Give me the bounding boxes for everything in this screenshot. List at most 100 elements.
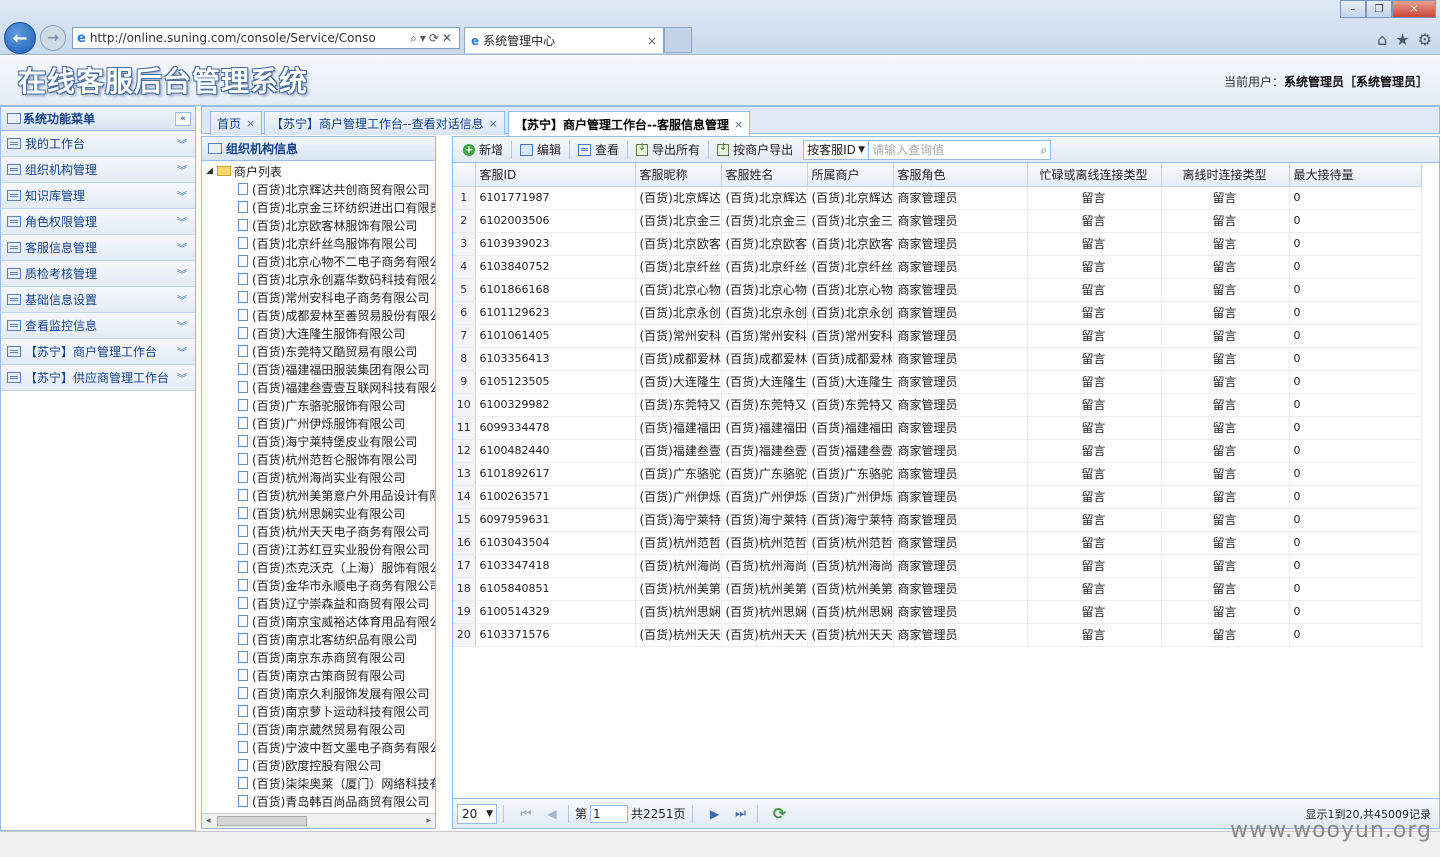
browser-tab-close-icon[interactable]: × — [647, 34, 657, 48]
tree-item[interactable]: (百货)广东骆驼服饰有限公司 — [202, 396, 435, 414]
tree-item[interactable]: (百货)辽宁崇森益和商贸有限公司 — [202, 594, 435, 612]
search-input[interactable]: 请输入查询值 ⌕ — [869, 139, 1052, 160]
tree-item[interactable]: (百货)柒柒奥莱（厦门）网络科技有 — [202, 774, 435, 792]
tree-item[interactable]: (百货)南京萝卜运动科技有限公司 — [202, 702, 435, 720]
tree-item[interactable]: (百货)南京北客纺织品有限公司 — [202, 630, 435, 648]
tree-item[interactable]: (百货)杭州海尚实业有限公司 — [202, 468, 435, 486]
menu-item[interactable]: 查看监控信息 ︾ — [1, 313, 195, 339]
column-header[interactable]: 客服角色 — [893, 163, 1028, 187]
first-page-icon[interactable]: ⏮ — [516, 804, 536, 824]
tree-item[interactable]: (百货)宁波中哲文墨电子商务有限公 — [202, 738, 435, 756]
search-field-select[interactable]: 按客服ID ▼ — [803, 139, 870, 160]
tree-item[interactable]: (百货)北京辉达共创商贸有限公司 — [202, 180, 435, 198]
table-row[interactable]: 16 6103043504 (百货)杭州范哲 (百货)杭州范哲 (百货)杭州范哲 商家管理… — [453, 531, 1422, 555]
tree-expand-icon[interactable]: ◢ — [206, 166, 213, 176]
search-icon[interactable]: ⌕ — [1040, 143, 1047, 158]
last-page-icon[interactable]: ⏭ — [731, 804, 751, 824]
tree-item[interactable]: (百货)杭州天天电子商务有限公司 — [202, 522, 435, 540]
table-row[interactable]: 3 6103939023 (百货)北京欧客 (百货)北京欧客 (百货)北京欧客 商家管理员… — [453, 232, 1422, 256]
tree-item[interactable]: (百货)南京久利服饰发展有限公司 — [202, 684, 435, 702]
menu-item[interactable]: 组织机构管理 ︾ — [1, 157, 195, 183]
menu-item[interactable]: 【苏宁】供应商管理工作台 ︾ — [1, 365, 195, 391]
table-row[interactable]: 13 6101892617 (百货)广东骆驼 (百货)广东骆驼 (百货)广东骆驼 商家管理… — [453, 462, 1422, 486]
refresh-icon[interactable]: ⟳ — [770, 804, 790, 824]
table-row[interactable]: 20 6103371576 (百货)杭州天天 (百货)杭州天天 (百货)杭州天天 商家管理… — [453, 623, 1422, 647]
chevron-down-icon[interactable]: ︾ — [177, 214, 187, 229]
tree-item[interactable]: (百货)北京纤丝鸟服饰有限公司 — [202, 234, 435, 252]
home-icon[interactable]: ⌂ — [1377, 30, 1387, 49]
table-row[interactable]: 17 6103347418 (百货)杭州海尚 (百货)杭州海尚 (百货)杭州海尚 商家管理… — [453, 554, 1422, 578]
table-row[interactable]: 8 6103356413 (百货)成都爱林 (百货)成都爱林 (百货)成都爱林 商家管理员… — [453, 347, 1422, 371]
chevron-down-icon[interactable]: ︾ — [177, 188, 187, 203]
tree-item[interactable]: (百货)南京东赤商贸有限公司 — [202, 648, 435, 666]
chevron-down-icon[interactable]: ︾ — [177, 240, 187, 255]
chevron-down-icon[interactable]: ︾ — [177, 162, 187, 177]
settings-gear-icon[interactable]: ⚙ — [1418, 30, 1432, 49]
tree-item[interactable]: (百货)东莞特又酷贸易有限公司 — [202, 342, 435, 360]
tree-item[interactable]: (百货)北京金三环纺织进出口有限责 — [202, 198, 435, 216]
tree-item[interactable]: (百货)海宁莱特堡皮业有限公司 — [202, 432, 435, 450]
tree-item[interactable]: (百货)成都爱林至善贸易股份有限公 — [202, 306, 435, 324]
table-row[interactable]: 19 6100514329 (百货)杭州思娴 (百货)杭州思娴 (百货)杭州思娴 商家管理… — [453, 600, 1422, 624]
tree-item[interactable]: (百货)杰克沃克（上海）服饰有限公 — [202, 558, 435, 576]
tab-close-icon[interactable]: × — [246, 117, 255, 130]
table-row[interactable]: 2 6102003506 (百货)北京金三 (百货)北京金三 (百货)北京金三 商家管理员… — [453, 209, 1422, 233]
tree-item[interactable]: (百货)南京葳然贸易有限公司 — [202, 720, 435, 738]
table-row[interactable]: 10 6100329982 (百货)东莞特又 (百货)东莞特又 (百货)东莞特又 商家管理… — [453, 393, 1422, 417]
table-row[interactable]: 18 6105840851 (百货)杭州美第 (百货)杭州美第 (百货)杭州美第 商家管理… — [453, 577, 1422, 601]
tree-item[interactable]: (百货)江苏红豆实业股份有限公司 — [202, 540, 435, 558]
table-row[interactable]: 9 6105123505 (百货)大连隆生 (百货)大连隆生 (百货)大连隆生 商家管理员… — [453, 370, 1422, 394]
menu-item[interactable]: 【苏宁】商户管理工作台 ︾ — [1, 339, 195, 365]
chevron-down-icon[interactable]: ︾ — [177, 266, 187, 281]
tree-item[interactable]: (百货)福建福田服装集团有限公司 — [202, 360, 435, 378]
menu-item[interactable]: 客服信息管理 ︾ — [1, 235, 195, 261]
chevron-down-icon[interactable]: ︾ — [177, 292, 187, 307]
tree-item[interactable]: (百货)北京欧客林服饰有限公司 — [202, 216, 435, 234]
chevron-down-icon[interactable]: ︾ — [177, 370, 187, 385]
new-tab-button[interactable] — [664, 27, 692, 53]
scroll-left-icon[interactable]: ◂ — [206, 816, 211, 826]
collapse-menu-icon[interactable]: « — [175, 111, 191, 126]
tab-close-icon[interactable]: × — [734, 118, 743, 131]
chevron-down-icon[interactable]: ︾ — [177, 344, 187, 359]
column-header[interactable]: 离线时连接类型 — [1161, 163, 1290, 187]
menu-item[interactable]: 我的工作台 ︾ — [1, 131, 195, 157]
menu-item[interactable]: 基础信息设置 ︾ — [1, 287, 195, 313]
add-button[interactable]: + 新增 — [457, 139, 509, 161]
column-header[interactable]: 客服ID — [475, 163, 636, 187]
tab-view-conversations[interactable]: 【苏宁】商户管理工作台--查看对话信息 × — [264, 111, 505, 135]
column-header[interactable]: 最大接待量 — [1289, 163, 1422, 187]
tree-item[interactable]: (百货)杭州美第意户外用品设计有限 — [202, 486, 435, 504]
back-button[interactable]: ← — [4, 22, 36, 54]
scroll-right-icon[interactable]: ▸ — [426, 816, 431, 826]
column-header[interactable]: 客服姓名 — [721, 163, 808, 187]
export-by-merchant-button[interactable]: 按商户导出 — [711, 139, 799, 161]
table-row[interactable]: 4 6103840752 (百货)北京纤丝 (百货)北京纤丝 (百货)北京纤丝 商家管理员… — [453, 255, 1422, 279]
scroll-thumb[interactable] — [216, 816, 307, 826]
table-row[interactable]: 5 6101866168 (百货)北京心物 (百货)北京心物 (百货)北京心物 商家管理员… — [453, 278, 1422, 302]
menu-item[interactable]: 知识库管理 ︾ — [1, 183, 195, 209]
browser-tab[interactable]: e 系统管理中心 × — [464, 27, 664, 53]
table-row[interactable]: 14 6100263571 (百货)广州伊烁 (百货)广州伊烁 (百货)广州伊烁 商家管理… — [453, 485, 1422, 509]
page-size-select[interactable]: 20 ▼ — [457, 803, 497, 824]
edit-button[interactable]: 编辑 — [514, 139, 567, 161]
column-header[interactable]: 所属商户 — [807, 163, 894, 187]
table-row[interactable]: 7 6101061405 (百货)常州安科 (百货)常州安科 (百货)常州安科 商家管理员… — [453, 324, 1422, 348]
tree-item[interactable]: (百货)南京古策商贸有限公司 — [202, 666, 435, 684]
next-page-icon[interactable]: ▶ — [705, 804, 725, 824]
page-number-input[interactable]: 1 — [590, 804, 629, 823]
forward-button[interactable]: → — [40, 25, 66, 51]
minimize-icon[interactable]: – — [1340, 0, 1366, 18]
tree-item[interactable]: (百货)青岛韩百尚品商贸有限公司 — [202, 792, 435, 810]
tree-item[interactable]: (百货)金华市永顺电子商务有限公司 — [202, 576, 435, 594]
chevron-down-icon[interactable]: ︾ — [177, 318, 187, 333]
table-row[interactable]: 6 6101129623 (百货)北京永创 (百货)北京永创 (百货)北京永创 商家管理员… — [453, 301, 1422, 325]
menu-item[interactable]: 角色权限管理 ︾ — [1, 209, 195, 235]
table-row[interactable]: 11 6099334478 (百货)福建福田 (百货)福建福田 (百货)福建福田 商家管理… — [453, 416, 1422, 440]
address-url[interactable]: http://online.suning.com/console/Service… — [90, 31, 406, 45]
table-row[interactable]: 12 6100482440 (百货)福建叁壹 (百货)福建叁壹 (百货)福建叁壹 商家管理… — [453, 439, 1422, 463]
column-header[interactable]: 忙碌或离线连接类型 — [1027, 163, 1162, 187]
tree-horizontal-scrollbar[interactable]: ◂ ▸ — [202, 813, 435, 828]
chevron-down-icon[interactable]: ︾ — [177, 136, 187, 151]
table-row[interactable]: 1 6101771987 (百货)北京辉达 (百货)北京辉达 (百货)北京辉达 商家管理员… — [453, 186, 1422, 210]
